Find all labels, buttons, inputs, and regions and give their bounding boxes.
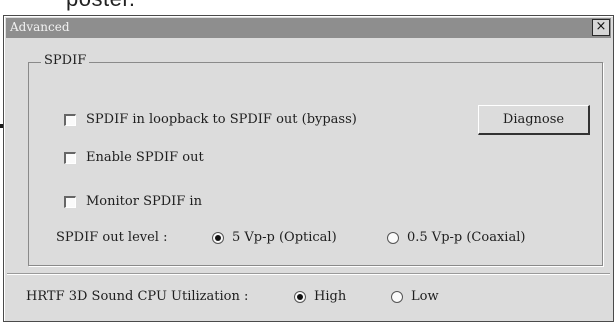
hrtf-low-label: Low [411,289,439,304]
enable-spdif-out-label: Enable SPDIF out [86,150,204,165]
monitor-spdif-in-label: Monitor SPDIF in [86,194,202,209]
background-caption-text: poster. [66,0,136,12]
spdif-loopback-label: SPDIF in loopback to SPDIF out (bypass) [86,112,357,127]
hrtf-high-label: High [314,289,347,304]
monitor-spdif-in-checkbox[interactable] [64,195,76,208]
window-title: Advanced [10,20,70,34]
hrtf-high-radio[interactable] [294,290,306,303]
monitor-spdif-in-option[interactable]: Monitor SPDIF in [64,194,202,209]
optical-label: 5 Vp-p (Optical) [232,230,337,245]
close-button[interactable]: × [592,19,610,36]
optical-option[interactable]: 5 Vp-p (Optical) [212,230,337,245]
spdif-group-label: SPDIF [41,53,90,68]
spdif-loopback-option[interactable]: SPDIF in loopback to SPDIF out (bypass) [64,112,357,127]
close-icon: × [595,19,607,34]
coaxial-option[interactable]: 0.5 Vp-p (Coaxial) [387,230,525,245]
diagnose-button[interactable]: Diagnose [478,105,590,135]
hrtf-low-option[interactable]: Low [391,289,439,304]
title-bar[interactable]: Advanced × [6,18,611,38]
section-divider [7,273,610,275]
hrtf-high-option[interactable]: High [294,289,346,304]
hrtf-row: HRTF 3D Sound CPU Utilization : [26,289,248,304]
enable-spdif-out-checkbox[interactable] [64,151,76,164]
hrtf-low-radio[interactable] [391,290,403,303]
optical-radio[interactable] [212,231,224,244]
spdif-out-level-row: SPDIF out level : [56,230,167,245]
coaxial-label: 0.5 Vp-p (Coaxial) [407,230,526,245]
enable-spdif-out-option[interactable]: Enable SPDIF out [64,150,204,165]
spdif-out-level-label: SPDIF out level : [56,230,168,245]
hrtf-cpu-utilization-label: HRTF 3D Sound CPU Utilization : [26,289,249,304]
spdif-loopback-checkbox[interactable] [64,113,76,126]
advanced-dialog: Advanced × SPDIF SPDIF in loopback to SP… [3,15,614,322]
coaxial-radio[interactable] [387,231,399,244]
